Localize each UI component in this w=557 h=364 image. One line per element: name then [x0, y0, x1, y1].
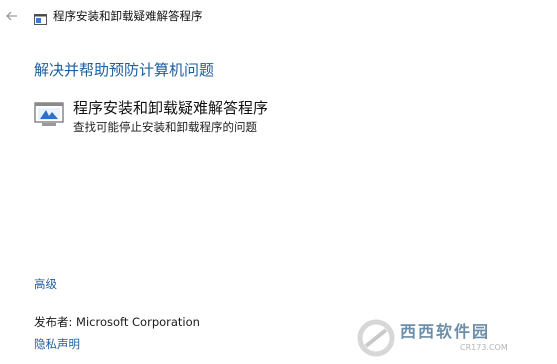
privacy-statement-link[interactable]: 隐私声明: [34, 337, 80, 352]
troubleshooter-description: 查找可能停止安装和卸载程序的问题: [73, 120, 257, 134]
watermark-logo-icon: [357, 319, 395, 357]
title-bar: 程序安装和卸载疑难解答程序: [0, 0, 557, 32]
troubleshooter-item[interactable]: 程序安装和卸载疑难解答程序 查找可能停止安装和卸载程序的问题: [34, 98, 334, 138]
troubleshooter-window: 程序安装和卸载疑难解答程序 解决并帮助预防计算机问题 程序安装和卸载疑难解答程序…: [0, 0, 557, 364]
watermark-brand: 西西软件园: [400, 322, 491, 341]
troubleshooter-app-icon: [34, 10, 47, 25]
computer-troubleshooter-icon: [34, 102, 64, 128]
publisher-label: 发布者: Microsoft Corporation: [34, 315, 200, 329]
watermark-url: CR173.COM: [460, 343, 508, 352]
window-title: 程序安装和卸载疑难解答程序: [53, 9, 203, 23]
advanced-link[interactable]: 高级: [34, 277, 57, 292]
troubleshooter-title: 程序安装和卸载疑难解答程序: [73, 99, 269, 117]
back-arrow-icon[interactable]: [4, 8, 20, 24]
page-heading: 解决并帮助预防计算机问题: [34, 61, 215, 79]
site-watermark: 西西软件园 CR173.COM: [356, 318, 546, 358]
